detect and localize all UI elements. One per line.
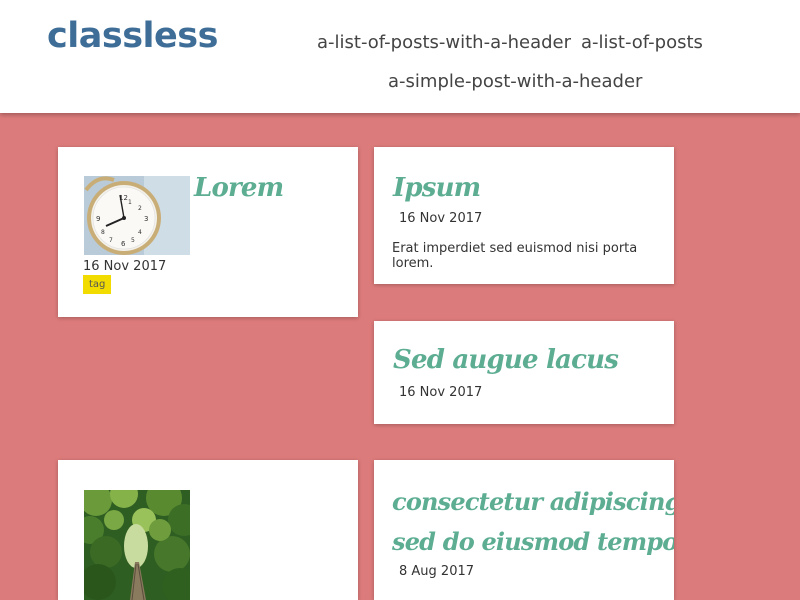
post-card-lorem[interactable]: 12 3 6 9 1 2 4 5 7 8 Lorem 16 Nov 2017 t… — [58, 147, 358, 317]
post-date: 16 Nov 2017 — [399, 385, 483, 400]
post-card-ipsum[interactable]: Ipsum 16 Nov 2017 Erat imperdiet sed eui… — [374, 147, 674, 284]
post-date: 16 Nov 2017 — [83, 259, 167, 274]
post-date: 8 Aug 2017 — [399, 564, 475, 579]
svg-text:2: 2 — [138, 205, 142, 212]
post-title-lorem[interactable]: Lorem — [194, 173, 284, 203]
post-title-ipsum[interactable]: Ipsum — [393, 173, 481, 203]
post-title-line: sed do eiusmod tempor — [392, 527, 674, 556]
post-excerpt: Erat imperdiet sed euismod nisi porta lo… — [392, 241, 638, 271]
tag-badge[interactable]: tag — [83, 275, 112, 294]
svg-text:1: 1 — [128, 199, 132, 206]
svg-text:5: 5 — [131, 237, 135, 244]
post-card-sed-augue-lacus[interactable]: Sed augue lacus 16 Nov 2017 — [374, 321, 674, 424]
svg-text:3: 3 — [144, 215, 148, 223]
nav-link-list-of-posts[interactable]: a-list-of-posts — [581, 32, 703, 53]
post-date: 16 Nov 2017 — [399, 211, 483, 226]
post-title-sed-augue-lacus[interactable]: Sed augue lacus — [393, 345, 619, 375]
svg-text:7: 7 — [109, 237, 113, 244]
post-card-forest[interactable] — [58, 460, 358, 600]
post-title-line: consectetur adipiscing elit, — [392, 487, 674, 516]
svg-text:4: 4 — [138, 229, 142, 236]
svg-text:6: 6 — [121, 240, 126, 248]
site-header: classless a-list-of-posts-with-a-header … — [0, 0, 800, 113]
svg-text:8: 8 — [101, 229, 105, 236]
forest-railway-image[interactable] — [84, 490, 190, 600]
nav-link-simple-post-with-header[interactable]: a-simple-post-with-a-header — [388, 71, 642, 92]
svg-text:9: 9 — [96, 215, 100, 223]
nav-link-list-of-posts-with-header[interactable]: a-list-of-posts-with-a-header — [317, 32, 571, 53]
post-card-consectetur[interactable]: consectetur adipiscing elit, sed do eius… — [374, 460, 674, 600]
alarm-clock-image[interactable]: 12 3 6 9 1 2 4 5 7 8 — [84, 176, 190, 255]
post-title-consectetur[interactable]: consectetur adipiscing elit, sed do eius… — [392, 482, 674, 562]
site-title-link[interactable]: classless — [47, 16, 218, 56]
